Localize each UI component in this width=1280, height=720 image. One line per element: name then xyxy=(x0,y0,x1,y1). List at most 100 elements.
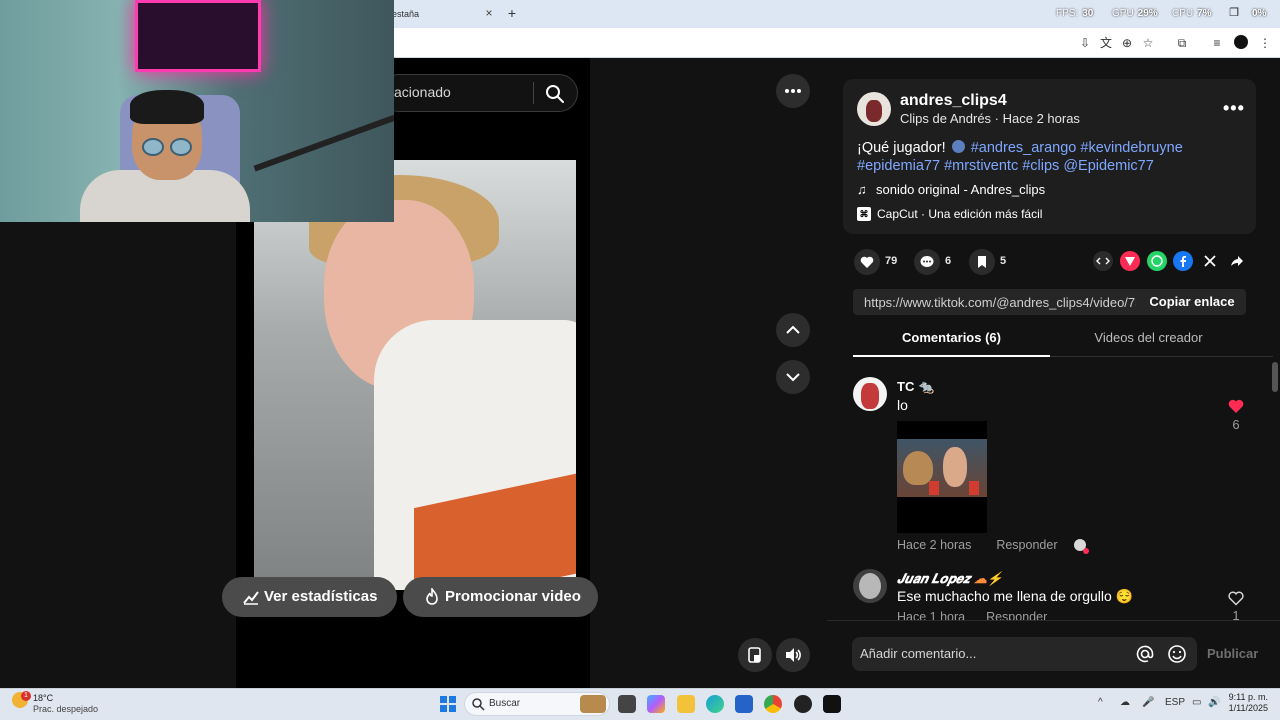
new-tab-button[interactable]: + xyxy=(504,5,520,21)
edge-icon[interactable] xyxy=(706,695,724,713)
menu-icon[interactable]: ⋮ xyxy=(1256,34,1274,52)
zoom-icon[interactable]: ⊕ xyxy=(1118,34,1136,52)
hashtags-line-1[interactable]: #andres_arango #kevindebruyne xyxy=(971,140,1183,156)
fps-readout: FPS: 30 xyxy=(1056,8,1094,19)
tiktok-icon[interactable] xyxy=(823,695,841,713)
heart-filled-icon[interactable] xyxy=(1227,397,1245,415)
creator-subline: Clips de Andrés · Hace 2 horas xyxy=(900,111,1080,126)
chrome-icon[interactable] xyxy=(764,695,782,713)
reply-button[interactable]: Responder xyxy=(996,538,1057,552)
weather-condition: Prac. despejado xyxy=(33,704,99,714)
gif-bear xyxy=(903,451,933,485)
webcam-person xyxy=(80,90,250,222)
next-video-button[interactable] xyxy=(776,360,810,394)
store-icon[interactable] xyxy=(735,695,753,713)
comment-gif[interactable] xyxy=(897,421,987,533)
network-icon[interactable]: ▭ xyxy=(1192,697,1201,708)
creator-liked-avatar xyxy=(1074,539,1090,554)
file-explorer-icon[interactable] xyxy=(677,695,695,713)
comment-avatar[interactable] xyxy=(853,569,887,603)
picture-in-picture-button[interactable] xyxy=(738,638,772,672)
webcam-hair xyxy=(130,90,204,124)
embed-icon[interactable] xyxy=(1093,251,1113,271)
caption-text: ¡Qué jugador! xyxy=(857,140,946,156)
translate-icon[interactable]: 文 xyxy=(1097,34,1115,52)
comment-text: lo xyxy=(897,397,908,413)
tab-comments[interactable]: Comentarios (6) xyxy=(853,330,1050,345)
mention-icon[interactable] xyxy=(1135,644,1155,664)
cloud-icon[interactable]: ☁ xyxy=(1120,697,1130,708)
tab-active-indicator xyxy=(853,355,1050,357)
whatsapp-icon[interactable] xyxy=(1147,251,1167,271)
obs-icon[interactable] xyxy=(794,695,812,713)
promote-video-button[interactable]: Promocionar video xyxy=(403,577,598,617)
volume-button[interactable] xyxy=(776,638,810,672)
volume-icon xyxy=(786,648,801,662)
search-input[interactable]: acionado xyxy=(394,84,534,100)
hashtags-line-2[interactable]: #epidemia77 #mrstiventc #clips @Epidemic… xyxy=(857,158,1154,174)
profile-avatar[interactable] xyxy=(1234,35,1248,49)
tab-creator-videos[interactable]: Videos del creador xyxy=(1050,330,1247,345)
more-options-button[interactable] xyxy=(776,74,810,108)
emoji-icon[interactable] xyxy=(1167,644,1187,664)
share-icon[interactable] xyxy=(1227,251,1247,271)
copilot-icon[interactable] xyxy=(647,695,665,713)
install-app-icon[interactable]: ⇩ xyxy=(1076,34,1094,52)
capcut-label: CapCut · Una edición más fácil xyxy=(877,207,1043,221)
heart-icon xyxy=(860,256,874,268)
webcam-overlay xyxy=(0,0,394,222)
task-view-icon[interactable] xyxy=(618,695,636,713)
comment-author[interactable]: TC 🐀 xyxy=(897,379,934,395)
search-divider xyxy=(533,82,534,104)
x-icon[interactable] xyxy=(1200,251,1220,271)
publish-button[interactable]: Publicar xyxy=(1207,646,1258,661)
comment-count: 6 xyxy=(945,255,952,267)
bookmark-icon xyxy=(978,256,986,268)
comments-scrollbar[interactable] xyxy=(1272,362,1278,392)
flame-icon xyxy=(426,588,438,605)
save-count: 5 xyxy=(1000,255,1007,267)
extensions-icon[interactable]: ⧉ xyxy=(1173,34,1191,52)
previous-video-button[interactable] xyxy=(776,313,810,347)
gif-cup xyxy=(929,481,939,495)
post-more-icon[interactable]: ••• xyxy=(1223,99,1244,117)
creator-avatar[interactable] xyxy=(857,92,891,126)
taskbar-clock[interactable]: 9:11 p. m. 1/11/2025 xyxy=(1224,692,1268,714)
close-icon[interactable]: × xyxy=(482,6,496,20)
webcam-monitor xyxy=(135,0,261,72)
comment-author[interactable]: 𝑱𝒖𝒂𝒏 𝑳𝒐𝒑𝒆𝒛 ☁⚡ xyxy=(897,571,1003,587)
video-player[interactable] xyxy=(254,160,576,590)
post-caption: ¡Qué jugador! #andres_arango #kevindebru… xyxy=(857,139,1237,175)
send-to-friends-icon[interactable] xyxy=(1120,251,1140,271)
comment-avatar[interactable] xyxy=(853,377,887,411)
music-note-icon: ♫ xyxy=(857,182,867,197)
save-button[interactable] xyxy=(969,249,995,275)
webcam-glasses xyxy=(142,138,194,156)
heart-outline-icon[interactable] xyxy=(1227,589,1245,607)
like-count: 79 xyxy=(885,255,898,267)
windows-start-icon[interactable] xyxy=(440,696,456,712)
view-stats-button[interactable]: Ver estadísticas xyxy=(222,577,397,617)
reading-list-icon[interactable]: ≡ xyxy=(1208,34,1226,52)
video-link-field[interactable]: https://www.tiktok.com/@andres_clips4/vi… xyxy=(864,295,1136,310)
tray-chevron-icon[interactable]: ^ xyxy=(1098,697,1103,708)
screen: estaña × + FPS: 30 GPU 29% CPU 7% 0% ❐ ⇩ 文 … xyxy=(0,0,1280,720)
language-indicator[interactable]: ESP xyxy=(1165,697,1185,708)
gpu-readout: GPU 29% xyxy=(1112,8,1158,19)
copy-link-button[interactable]: Copiar enlace xyxy=(1138,289,1246,315)
facebook-icon[interactable] xyxy=(1173,251,1193,271)
gif-cup xyxy=(969,481,979,495)
sound-label: sonido original - Andres_clips xyxy=(876,182,1046,197)
microphone-icon[interactable]: 🎤 xyxy=(1142,697,1154,708)
more-horizontal-icon xyxy=(785,89,801,93)
search-icon[interactable] xyxy=(545,84,565,104)
comment-button[interactable] xyxy=(914,249,940,275)
restore-icon[interactable]: ❐ xyxy=(1224,4,1244,22)
clock-date: 1/11/2025 xyxy=(1228,703,1268,713)
like-button[interactable] xyxy=(854,249,880,275)
bookmark-star-icon[interactable]: ☆ xyxy=(1139,34,1157,52)
gif-person xyxy=(943,447,967,487)
weather-badge: 1 xyxy=(21,691,31,701)
creator-username[interactable]: andres_clips4 xyxy=(900,92,1007,110)
speaker-icon[interactable]: 🔊 xyxy=(1208,697,1220,708)
